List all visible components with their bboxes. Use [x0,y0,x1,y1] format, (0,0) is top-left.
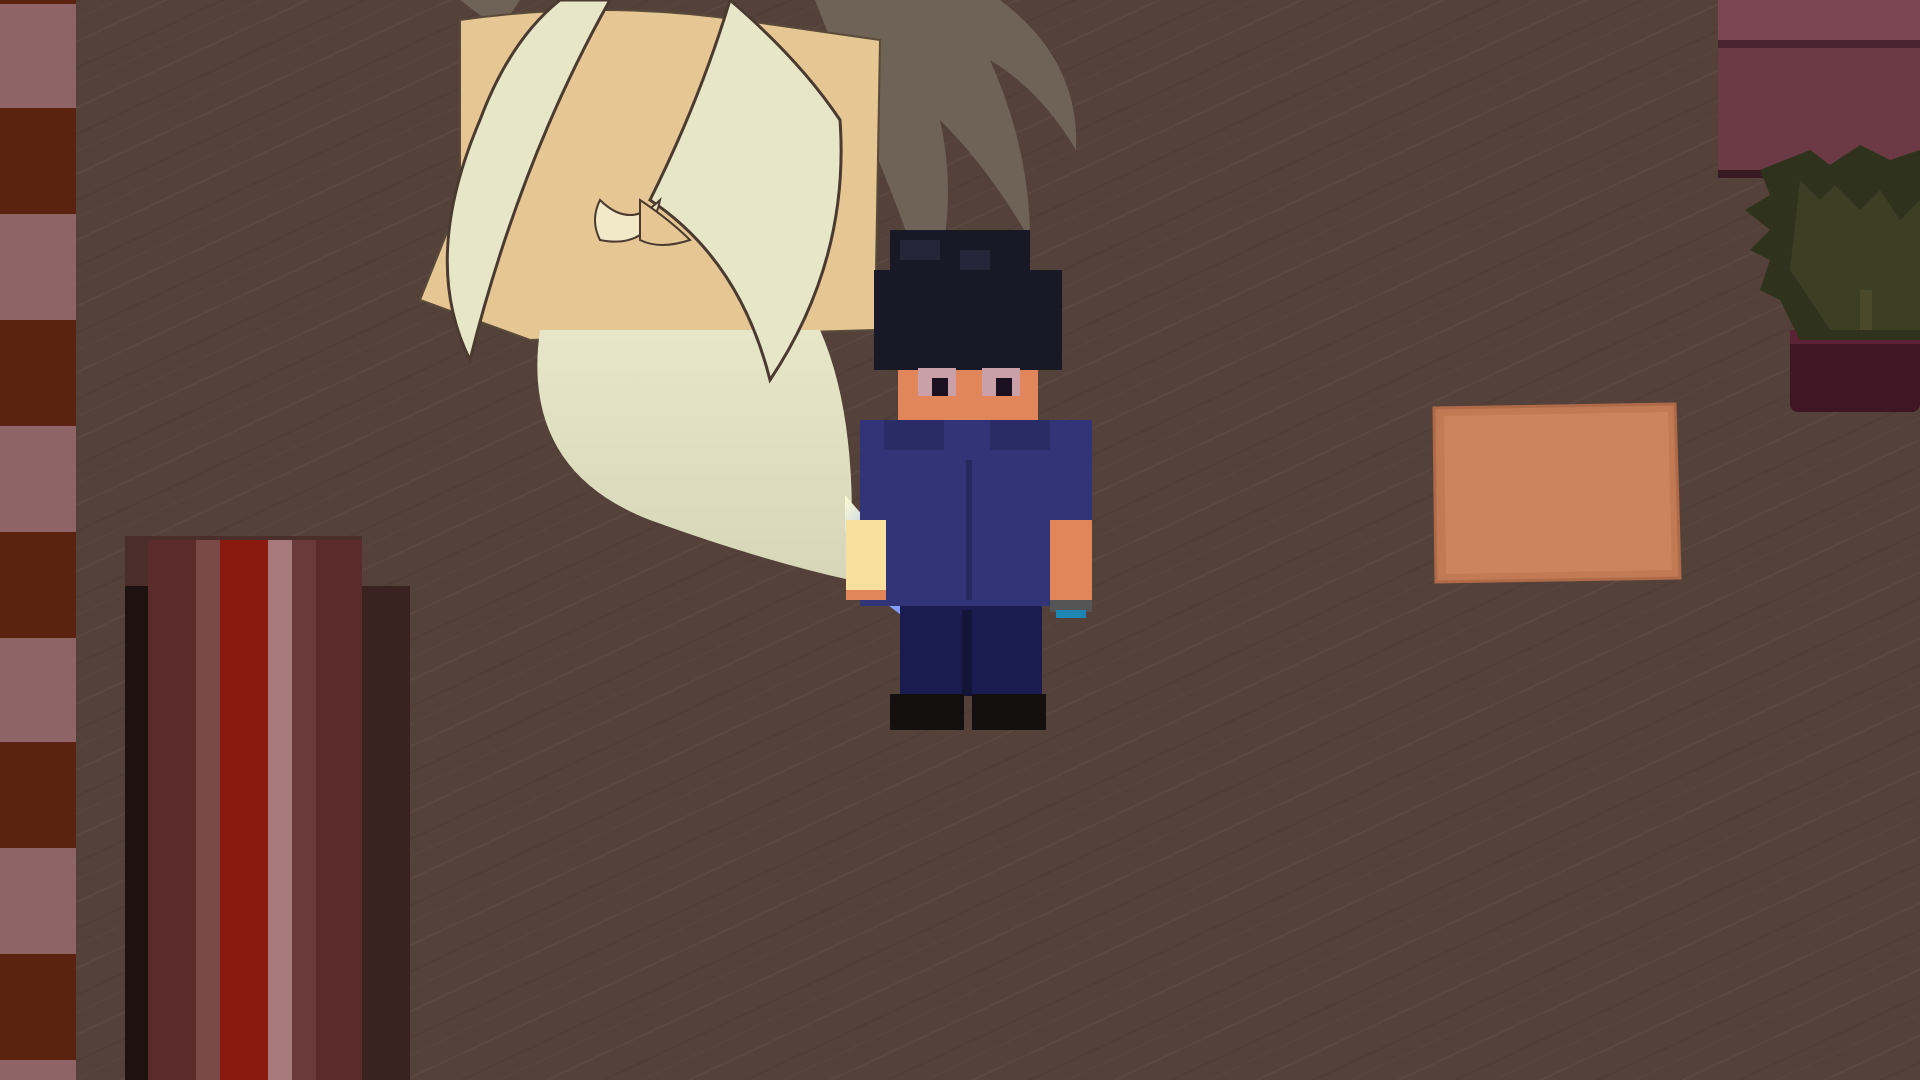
dresser-top-right [1718,0,1920,178]
parchment-rug [1432,402,1682,584]
game-viewport[interactable] [0,0,1920,1080]
left-wall-stripes [0,0,76,1080]
game-scene [0,0,1920,1080]
striped-pillar [125,536,410,1080]
